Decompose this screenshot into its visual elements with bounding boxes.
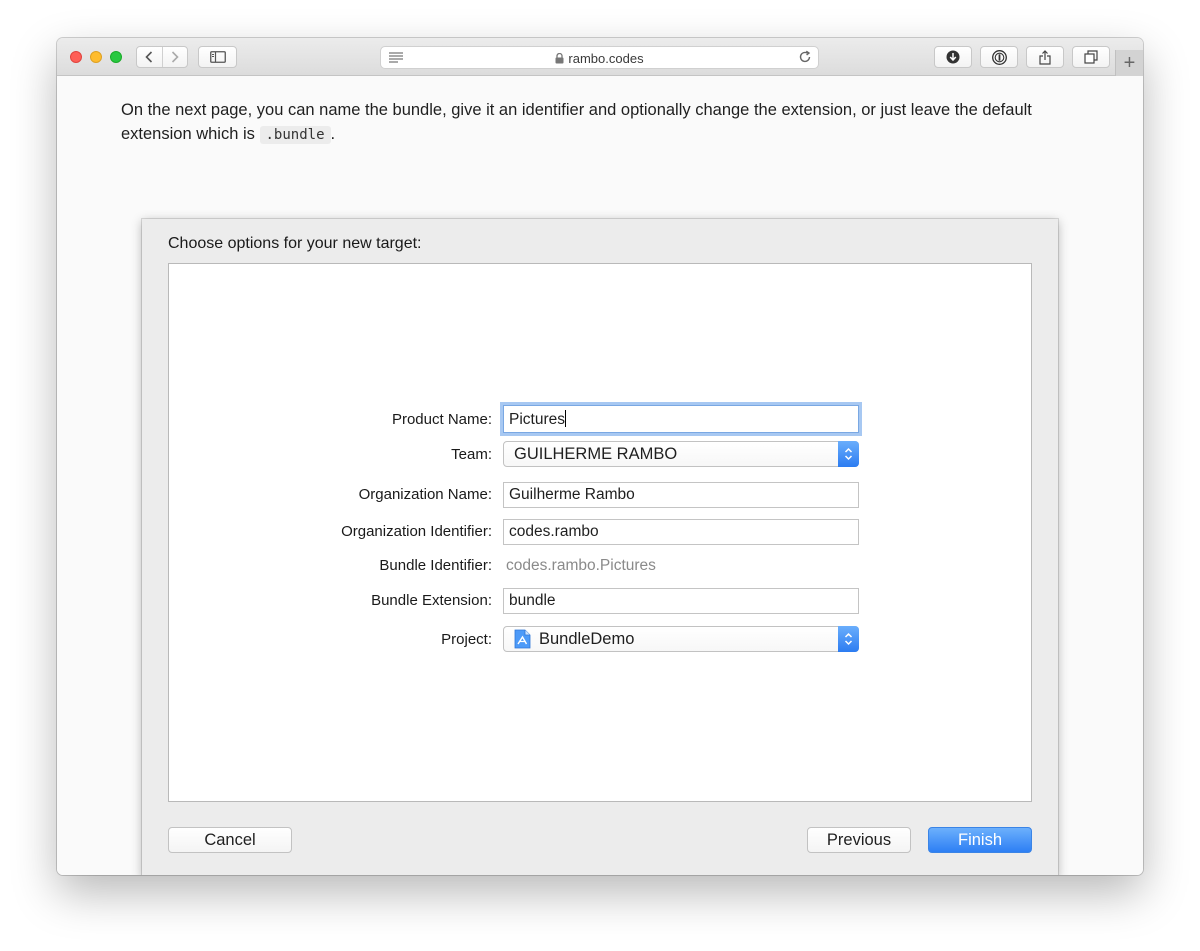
new-tab-button[interactable]: + (1115, 50, 1143, 76)
product-name-value: Pictures (509, 411, 565, 428)
chevron-up-down-icon (844, 632, 853, 646)
product-name-field[interactable]: Pictures (503, 405, 859, 433)
finish-button[interactable]: Finish (928, 827, 1032, 853)
url-label: rambo.codes (568, 51, 644, 66)
product-name-row: Product Name: Pictures (169, 405, 1031, 435)
organization-name-field[interactable]: Guilherme Rambo (503, 482, 859, 508)
close-window-button[interactable] (70, 51, 82, 63)
bundle-identifier-label: Bundle Identifier: (379, 557, 492, 574)
chevron-up-down-icon (844, 447, 853, 461)
project-label: Project: (441, 631, 492, 648)
organization-name-label: Organization Name: (358, 486, 492, 503)
tabs-icon (1084, 50, 1098, 64)
organization-identifier-field[interactable]: codes.rambo (503, 519, 859, 545)
organization-name-row: Organization Name: Guilherme Rambo (169, 480, 1031, 510)
cancel-button[interactable]: Cancel (168, 827, 292, 853)
share-icon (1039, 49, 1051, 65)
organization-identifier-row: Organization Identifier: codes.rambo (169, 517, 1031, 547)
team-value: GUILHERME RAMBO (514, 445, 678, 463)
options-panel: Product Name: Pictures Team: GUILHERME R… (168, 263, 1032, 802)
back-icon (145, 51, 153, 63)
download-icon (946, 50, 960, 64)
lock-icon (555, 52, 564, 64)
bundle-extension-row: Bundle Extension: bundle (169, 586, 1031, 616)
zoom-window-button[interactable] (110, 51, 122, 63)
forward-button[interactable] (161, 47, 188, 67)
intro-text-end: . (330, 125, 336, 143)
team-row: Team: GUILHERME RAMBO (169, 440, 1031, 470)
sidebar-icon (209, 51, 226, 63)
project-row: Project: BundleDemo (169, 625, 1031, 655)
browser-window: rambo.codes + On the next page, you can … (57, 38, 1143, 875)
xcode-project-icon (514, 629, 531, 649)
previous-button[interactable]: Previous (807, 827, 911, 853)
team-label: Team: (451, 446, 492, 463)
new-target-dialog: Choose options for your new target: Prod… (142, 219, 1058, 875)
project-value: BundleDemo (539, 630, 635, 648)
intro-text: On the next page, you can name the bundl… (121, 101, 1032, 143)
dialog-title: Choose options for your new target: (168, 235, 422, 252)
show-tabs-button[interactable] (1072, 46, 1110, 68)
web-content: On the next page, you can name the bundl… (57, 76, 1143, 875)
team-popup[interactable]: GUILHERME RAMBO (503, 441, 859, 467)
inline-code: .bundle (259, 126, 331, 144)
share-button[interactable] (1026, 46, 1064, 68)
downloads-button[interactable] (934, 46, 972, 68)
sidebar-button[interactable] (198, 46, 237, 68)
bundle-identifier-value: codes.rambo.Pictures (506, 557, 656, 574)
password-manager-button[interactable] (980, 46, 1018, 68)
address-bar[interactable]: rambo.codes (380, 46, 819, 69)
back-button[interactable] (137, 47, 162, 67)
forward-icon (171, 51, 179, 63)
browser-toolbar: rambo.codes + (57, 38, 1143, 76)
organization-identifier-label: Organization Identifier: (341, 523, 492, 540)
minimize-window-button[interactable] (90, 51, 102, 63)
url-text: rambo.codes (381, 51, 818, 66)
password-icon (991, 49, 1007, 65)
intro-paragraph: On the next page, you can name the bundl… (121, 98, 1081, 147)
bundle-extension-field[interactable]: bundle (503, 588, 859, 614)
team-popup-arrows[interactable] (838, 441, 859, 467)
project-popup[interactable]: BundleDemo (503, 626, 859, 652)
product-name-label: Product Name: (391, 411, 492, 428)
project-popup-arrows[interactable] (838, 626, 859, 652)
bundle-identifier-row: Bundle Identifier: codes.rambo.Pictures (169, 551, 1031, 581)
reload-icon[interactable] (798, 50, 812, 64)
text-cursor (565, 410, 566, 427)
navigation-buttons (136, 46, 188, 68)
bundle-extension-label: Bundle Extension: (371, 592, 492, 609)
